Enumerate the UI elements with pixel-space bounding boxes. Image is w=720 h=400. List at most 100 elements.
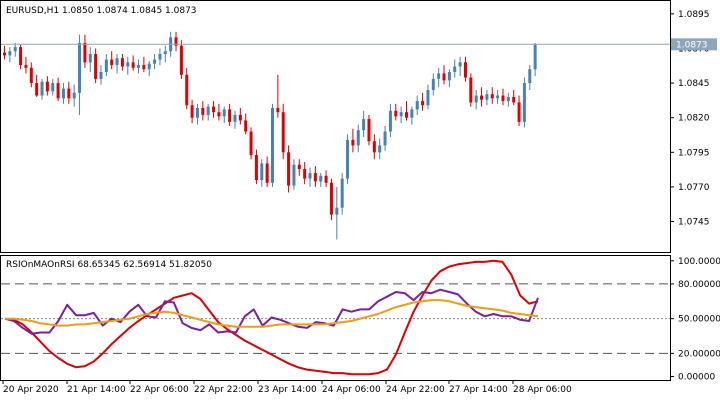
time-tick-label: 24 Apr 06:00	[322, 385, 381, 395]
time-tick-label: 22 Apr 06:00	[130, 385, 189, 395]
candle-body	[163, 51, 167, 54]
time-tick-label: 28 Apr 06:00	[513, 385, 572, 395]
candle-body	[335, 207, 339, 215]
candle-body	[346, 139, 350, 179]
indicator-tick-label: 80.00000	[678, 280, 720, 290]
candle-body	[528, 69, 532, 84]
candle-body	[533, 44, 537, 70]
candle-body	[324, 175, 328, 183]
candle-body	[372, 141, 376, 153]
candle-body	[78, 42, 82, 93]
price-tick-label: 1.0795	[678, 148, 710, 158]
candle-body	[410, 109, 414, 118]
candle-body	[378, 145, 382, 153]
candle-body	[88, 54, 92, 63]
candle-body	[485, 94, 489, 100]
candle-body	[228, 109, 232, 122]
candle-body	[271, 108, 274, 183]
price-tick-label: 1.0770	[678, 183, 710, 193]
candle-body	[480, 95, 484, 100]
candle-body	[522, 83, 526, 122]
candle-body	[13, 47, 17, 52]
candle-body	[142, 65, 146, 70]
candle-body	[24, 65, 28, 68]
candle-body	[415, 101, 419, 110]
candle-body	[35, 83, 39, 96]
current-price-label: 1.0873	[676, 40, 708, 50]
time-axis: 20 Apr 2020 21 Apr 14:00 22 Apr 06:00 22 Ap…	[2, 380, 572, 395]
price-tick-label: 1.0820	[678, 114, 710, 124]
candle-body	[265, 163, 269, 183]
candle-body	[362, 119, 366, 131]
indicator-panel[interactable]: 100.00000 80.00000 50.00000 20.00000 0.00000	[0, 255, 720, 383]
candle-body	[383, 131, 387, 146]
candle-body	[185, 74, 189, 106]
candle-body	[506, 96, 510, 102]
candle-body	[399, 112, 403, 117]
candle-body	[303, 168, 307, 179]
candle-body	[469, 77, 473, 103]
candle-body	[517, 102, 521, 122]
candle-body	[29, 67, 33, 84]
chart-area[interactable]: 1.08951.08701.08451.08201.07951.07701.07…	[0, 0, 720, 400]
candle-body	[244, 120, 248, 132]
indicator-series-1	[4, 288, 539, 335]
candle-body	[276, 108, 280, 113]
candle-body	[158, 54, 162, 60]
price-tick-label: 1.0845	[678, 79, 710, 89]
candle-body	[388, 110, 392, 132]
candle-body	[72, 92, 76, 99]
time-tick-label: 20 Apr 2020	[3, 385, 59, 395]
candle-body	[313, 173, 317, 182]
candle-body	[458, 62, 462, 67]
indicator-tick-label: 100.00000	[678, 257, 720, 267]
candle-body	[319, 175, 323, 182]
candle-body	[394, 110, 398, 117]
candle-body	[206, 106, 210, 115]
price-tick-label: 1.0745	[678, 218, 710, 228]
candle-body	[131, 62, 135, 68]
candle-body	[442, 73, 446, 81]
price-panel-border	[0, 0, 671, 253]
indicator-tick-label: 20.00000	[678, 349, 720, 359]
candle-body	[356, 130, 360, 146]
candle-body	[308, 173, 312, 179]
candle-body	[496, 95, 500, 99]
candle-body	[490, 94, 494, 99]
candle-body	[61, 88, 65, 99]
time-tick-label: 21 Apr 14:00	[67, 385, 126, 395]
candle-body	[260, 163, 264, 180]
price-tick-label: 1.0895	[678, 10, 710, 20]
candle-body	[195, 108, 199, 118]
indicator-title: RSIOnMAOnRSI 68.65345 62.56914 51.82050	[6, 260, 212, 270]
candle-body	[147, 63, 151, 70]
candle-body	[115, 58, 119, 66]
candle-body	[110, 59, 114, 66]
candle-body	[40, 81, 44, 96]
candle-body	[99, 72, 103, 79]
candle-body	[238, 114, 242, 121]
candle-body	[351, 139, 355, 146]
candle-body	[426, 90, 430, 106]
time-tick-label: 22 Apr 22:00	[194, 385, 253, 395]
candle-body	[56, 83, 60, 99]
candle-body	[405, 112, 408, 118]
candle-body	[254, 155, 258, 180]
candle-body	[120, 58, 124, 67]
candle-body	[367, 119, 371, 142]
candle-body	[217, 112, 221, 117]
time-tick-label: 27 Apr 14:00	[449, 385, 508, 395]
candle-body	[201, 108, 205, 115]
candle-body	[126, 62, 130, 67]
candle-body	[287, 152, 291, 186]
candle-body	[190, 105, 194, 118]
candle-body	[297, 164, 301, 169]
candle-body	[474, 95, 478, 103]
candle-body	[19, 47, 23, 66]
candle-body	[83, 42, 87, 63]
candle-body	[212, 106, 216, 113]
candle-body	[453, 66, 457, 72]
price-panel[interactable]: 1.08951.08701.08451.08201.07951.07701.07…	[0, 0, 718, 253]
indicator-panel-border	[0, 255, 671, 381]
time-tick-label: 23 Apr 14:00	[258, 385, 317, 395]
